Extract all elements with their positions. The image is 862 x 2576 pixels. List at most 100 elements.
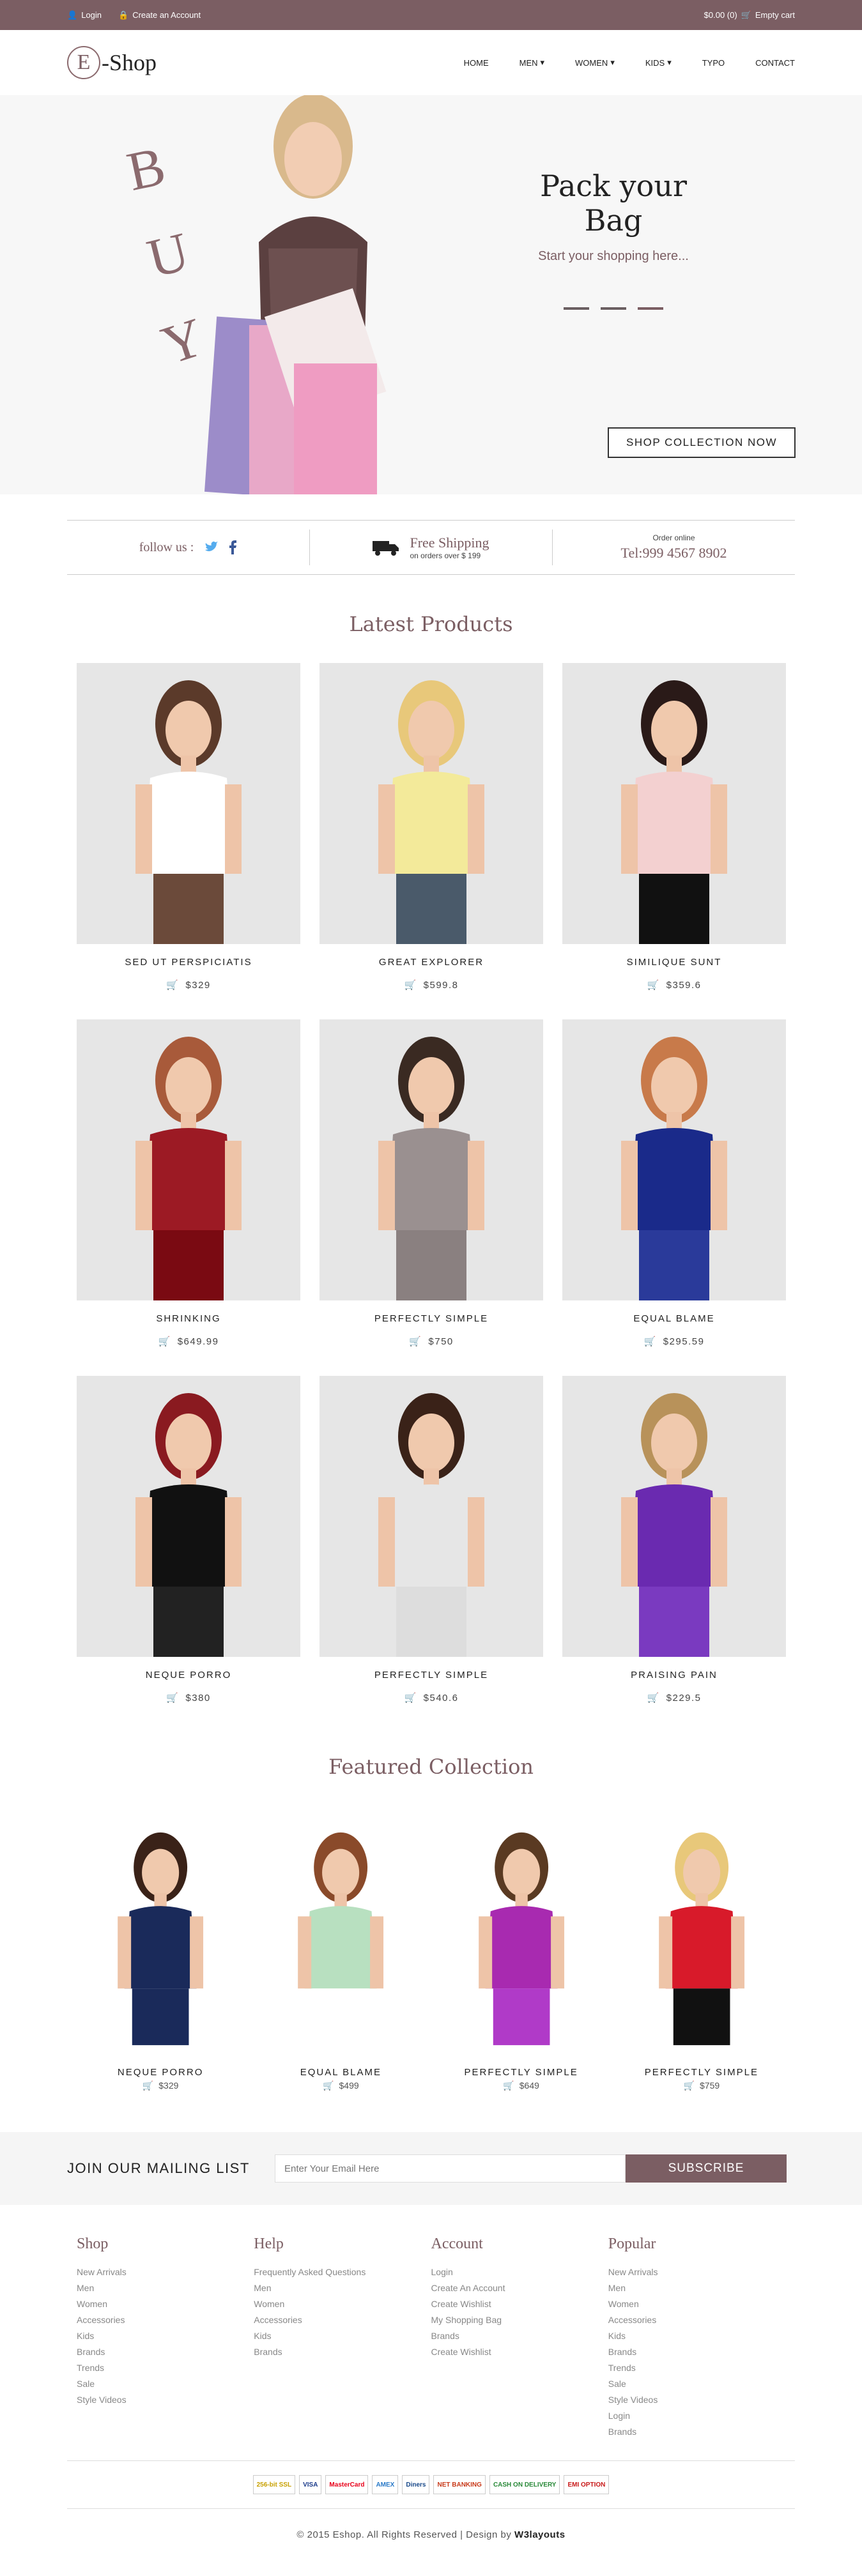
featured-card[interactable]: NEQUE PORRO 🛒 $329 xyxy=(70,1806,251,2091)
product-card[interactable]: PRAISING PAIN 🛒 $229.5 xyxy=(562,1376,786,1703)
twitter-icon[interactable] xyxy=(204,541,219,554)
cart-icon[interactable]: 🛒 xyxy=(158,1336,171,1347)
footer-link[interactable]: Style Videos xyxy=(608,2392,785,2408)
footer-link[interactable]: Login xyxy=(608,2408,785,2424)
product-image[interactable] xyxy=(562,1019,786,1300)
footer-link[interactable]: Brands xyxy=(608,2424,785,2440)
footer-link[interactable]: Login xyxy=(431,2264,608,2280)
product-card[interactable]: GREAT EXPLORER 🛒 $599.8 xyxy=(319,663,543,991)
footer-link[interactable]: Kids xyxy=(254,2328,431,2344)
footer-link[interactable]: Men xyxy=(608,2280,785,2296)
cart-icon[interactable]: 🛒 xyxy=(503,2080,514,2091)
footer-link[interactable]: Brands xyxy=(608,2344,785,2360)
product-image[interactable] xyxy=(319,663,543,944)
cart-icon[interactable]: 🛒 xyxy=(404,1692,417,1703)
slider-dot[interactable] xyxy=(638,307,663,310)
featured-name[interactable]: PERFECTLY SIMPLE xyxy=(431,2067,612,2078)
product-image[interactable] xyxy=(77,663,300,944)
footer-link[interactable]: Create An Account xyxy=(431,2280,608,2296)
footer-link[interactable]: Trends xyxy=(77,2360,254,2376)
product-image[interactable] xyxy=(77,1376,300,1657)
nav-men[interactable]: MEN ▾ xyxy=(520,57,544,68)
product-image[interactable] xyxy=(319,1019,543,1300)
create-account-link[interactable]: 🔒 Create an Account xyxy=(118,10,201,20)
featured-image[interactable] xyxy=(70,1806,251,2058)
product-image[interactable] xyxy=(319,1376,543,1657)
cart-icon[interactable]: 🛒 xyxy=(323,2080,334,2091)
product-name[interactable]: SIMILIQUE SUNT xyxy=(562,957,786,968)
footer-link[interactable]: Women xyxy=(77,2296,254,2312)
product-card[interactable]: SHRINKING 🛒 $649.99 xyxy=(77,1019,300,1347)
footer-link[interactable]: Kids xyxy=(608,2328,785,2344)
cart-icon[interactable]: 🛒 xyxy=(409,1336,422,1347)
product-card[interactable]: SED UT PERSPICIATIS 🛒 $329 xyxy=(77,663,300,991)
footer-link[interactable]: Brands xyxy=(254,2344,431,2360)
product-name[interactable]: EQUAL BLAME xyxy=(562,1313,786,1324)
product-name[interactable]: SHRINKING xyxy=(77,1313,300,1324)
featured-name[interactable]: PERFECTLY SIMPLE xyxy=(612,2067,792,2078)
footer-link[interactable]: Sale xyxy=(77,2376,254,2392)
footer-link[interactable]: Men xyxy=(254,2280,431,2296)
product-image[interactable] xyxy=(77,1019,300,1300)
email-input[interactable] xyxy=(275,2154,626,2183)
product-name[interactable]: GREAT EXPLORER xyxy=(319,957,543,968)
login-link[interactable]: 👤 Login xyxy=(67,10,102,20)
cart-icon[interactable]: 🛒 xyxy=(647,979,659,991)
cart-icon[interactable]: 🛒 xyxy=(684,2080,695,2091)
product-card[interactable]: EQUAL BLAME 🛒 $295.59 xyxy=(562,1019,786,1347)
featured-name[interactable]: NEQUE PORRO xyxy=(70,2067,250,2078)
nav-typo[interactable]: TYPO xyxy=(702,57,725,68)
slider-dot[interactable] xyxy=(601,307,626,310)
product-name[interactable]: NEQUE PORRO xyxy=(77,1670,300,1680)
footer-link[interactable]: Women xyxy=(608,2296,785,2312)
shop-collection-button[interactable]: SHOP COLLECTION NOW xyxy=(608,427,796,458)
nav-contact[interactable]: CONTACT xyxy=(755,57,795,68)
featured-card[interactable]: EQUAL BLAME 🛒 $499 xyxy=(250,1806,431,2091)
cart-icon[interactable]: 🛒 xyxy=(644,1336,657,1347)
slider-dot[interactable] xyxy=(564,307,589,310)
product-image[interactable] xyxy=(562,1376,786,1657)
footer-link[interactable]: Create Wishlist xyxy=(431,2344,608,2360)
featured-card[interactable]: PERFECTLY SIMPLE 🛒 $649 xyxy=(431,1806,612,2091)
cart-link[interactable]: $0.00 (0) 🛒 Empty cart xyxy=(704,10,795,20)
product-name[interactable]: PRAISING PAIN xyxy=(562,1670,786,1680)
footer-link[interactable]: Create Wishlist xyxy=(431,2296,608,2312)
footer-link[interactable]: New Arrivals xyxy=(608,2264,785,2280)
footer-link[interactable]: New Arrivals xyxy=(77,2264,254,2280)
footer-link[interactable]: Brands xyxy=(431,2328,608,2344)
footer-link[interactable]: My Shopping Bag xyxy=(431,2312,608,2328)
product-image[interactable] xyxy=(562,663,786,944)
cart-icon[interactable]: 🛒 xyxy=(647,1692,659,1703)
footer-link[interactable]: Accessories xyxy=(608,2312,785,2328)
footer-link[interactable]: Men xyxy=(77,2280,254,2296)
product-card[interactable]: PERFECTLY SIMPLE 🛒 $750 xyxy=(319,1019,543,1347)
product-name[interactable]: PERFECTLY SIMPLE xyxy=(319,1313,543,1324)
featured-card[interactable]: PERFECTLY SIMPLE 🛒 $759 xyxy=(611,1806,792,2091)
footer-link[interactable]: Sale xyxy=(608,2376,785,2392)
subscribe-button[interactable]: SUBSCRIBE xyxy=(626,2154,787,2183)
footer-link[interactable]: Brands xyxy=(77,2344,254,2360)
cart-icon[interactable]: 🛒 xyxy=(142,2080,153,2091)
designer-link[interactable]: W3layouts xyxy=(514,2529,566,2540)
footer-link[interactable]: Trends xyxy=(608,2360,785,2376)
product-name[interactable]: SED UT PERSPICIATIS xyxy=(77,957,300,968)
footer-link[interactable]: Accessories xyxy=(254,2312,431,2328)
featured-name[interactable]: EQUAL BLAME xyxy=(250,2067,431,2078)
product-card[interactable]: NEQUE PORRO 🛒 $380 xyxy=(77,1376,300,1703)
product-name[interactable]: PERFECTLY SIMPLE xyxy=(319,1670,543,1680)
nav-home[interactable]: HOME xyxy=(464,57,489,68)
featured-image[interactable] xyxy=(611,1806,792,2058)
footer-link[interactable]: Women xyxy=(254,2296,431,2312)
logo[interactable]: E -Shop xyxy=(67,46,157,79)
nav-women[interactable]: WOMEN ▾ xyxy=(575,57,615,68)
cart-icon[interactable]: 🛒 xyxy=(166,979,179,991)
featured-image[interactable] xyxy=(250,1806,431,2058)
cart-icon[interactable]: 🛒 xyxy=(404,979,417,991)
featured-image[interactable] xyxy=(431,1806,612,2058)
product-card[interactable]: SIMILIQUE SUNT 🛒 $359.6 xyxy=(562,663,786,991)
footer-link[interactable]: Kids xyxy=(77,2328,254,2344)
cart-icon[interactable]: 🛒 xyxy=(166,1692,179,1703)
facebook-icon[interactable] xyxy=(228,540,237,554)
nav-kids[interactable]: KIDS ▾ xyxy=(645,57,672,68)
footer-link[interactable]: Accessories xyxy=(77,2312,254,2328)
